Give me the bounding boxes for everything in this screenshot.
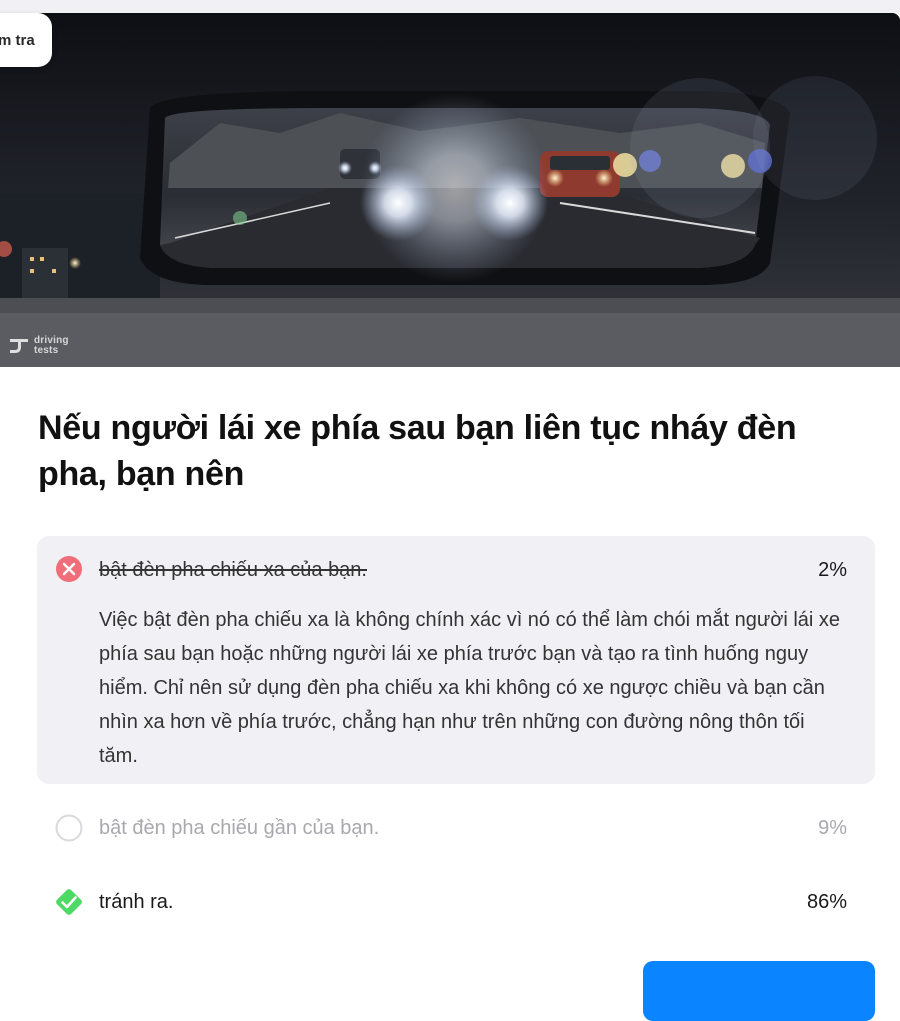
answer-text-3: tránh ra.	[99, 891, 174, 913]
answer-text-1: bật đèn pha chiếu xa của bạn.	[99, 559, 367, 581]
question-text: Nếu người lái xe phía sau bạn liên tục n…	[38, 409, 797, 493]
empty-circle-icon	[55, 814, 83, 842]
answer-percent-1: 2%	[818, 559, 847, 581]
watermark-line2: tests	[34, 345, 59, 356]
top-strip	[0, 0, 900, 13]
answer-percent-2: 9%	[818, 817, 847, 839]
answer-option-3[interactable]: tránh ra. 86%	[37, 880, 875, 924]
rearview-mirror-illustration	[0, 13, 900, 367]
answer-text-2: bật đèn pha chiếu gần của bạn.	[99, 817, 380, 839]
check-badge-label: m tra	[0, 31, 35, 49]
answer-explanation: Việc bật đèn pha chiếu xa là không chính…	[99, 609, 841, 767]
question-image	[0, 13, 900, 367]
check-badge[interactable]: m tra	[0, 13, 52, 67]
check-diamond-icon	[56, 889, 82, 915]
watermark-logo: driving tests	[8, 335, 69, 357]
x-circle-icon	[56, 556, 82, 582]
answer-option-2[interactable]: bật đèn pha chiếu gần của bạn. 9%	[37, 806, 875, 850]
answer-option-1[interactable]: bật đèn pha chiếu xa của bạn. 2% Việc bậ…	[37, 536, 875, 784]
next-button[interactable]	[643, 961, 875, 1021]
driving-tests-logo-icon	[10, 339, 28, 353]
answer-percent-3: 86%	[806, 891, 847, 913]
